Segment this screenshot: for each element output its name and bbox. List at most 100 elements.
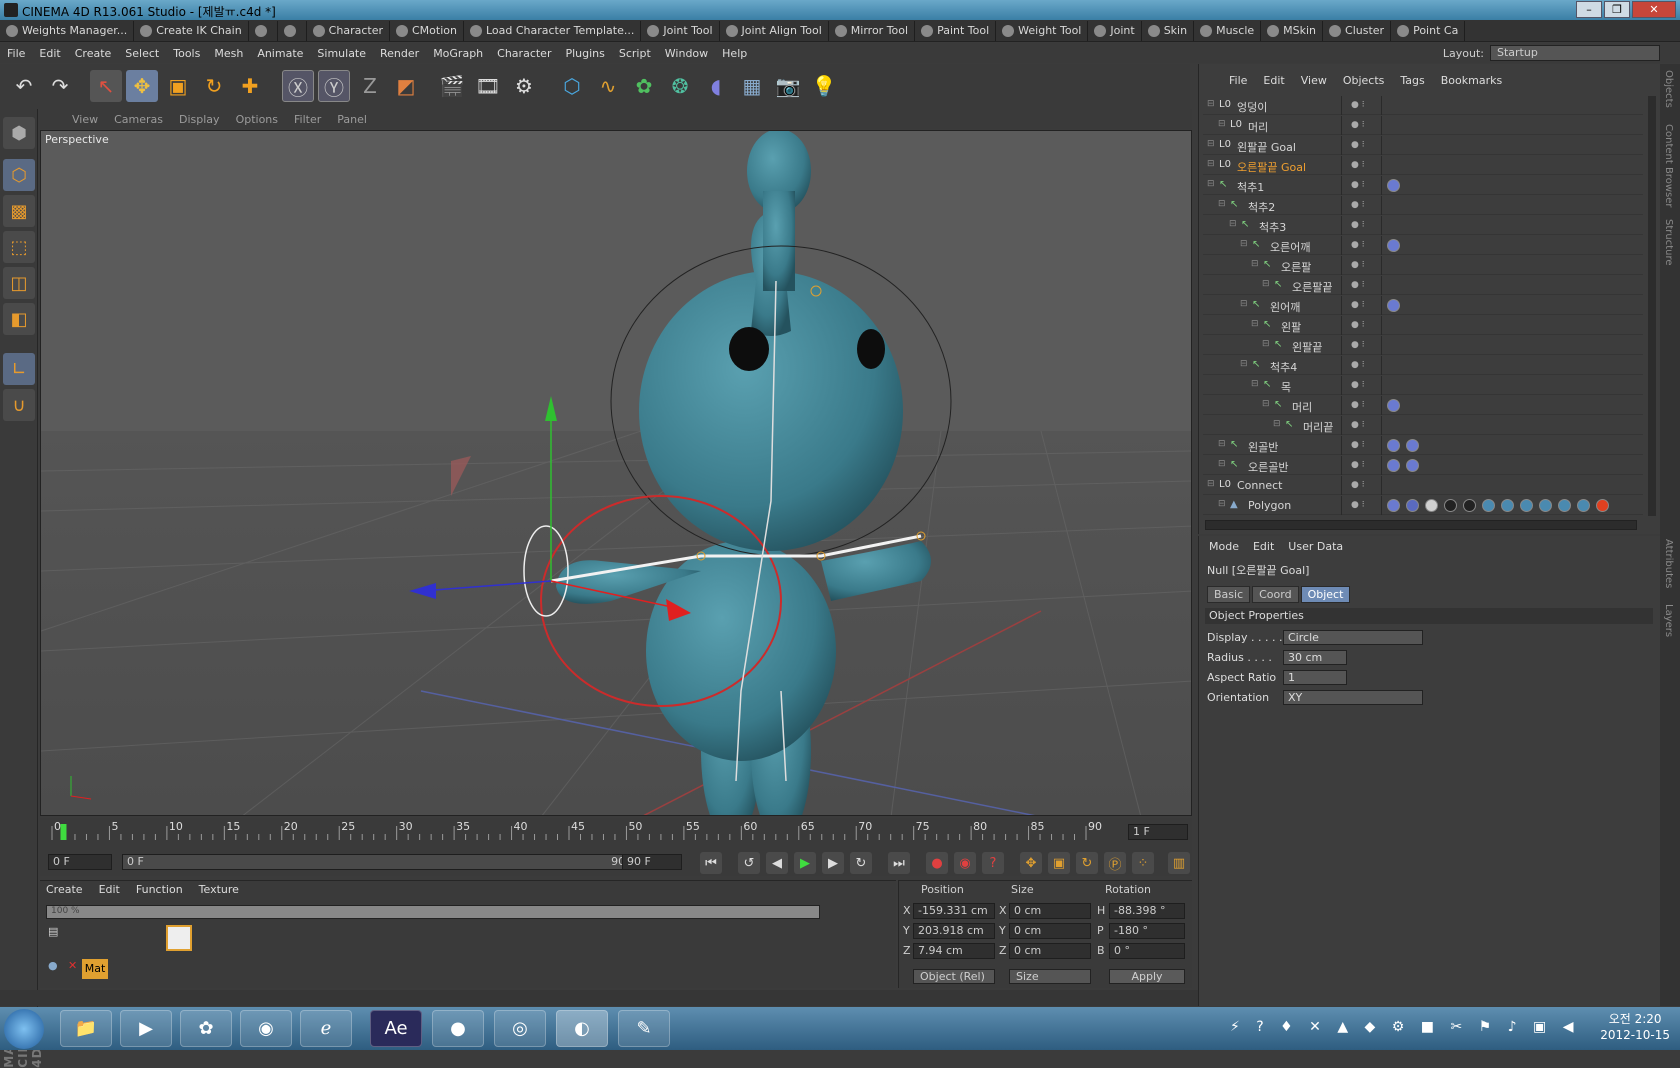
redo-icon[interactable]: ↷ xyxy=(44,70,76,102)
object-tag-icon[interactable] xyxy=(1387,499,1400,512)
visibility-dots-icon[interactable]: ● ⁝ xyxy=(1351,460,1375,470)
object-menu-2[interactable]: View xyxy=(1301,74,1327,87)
spline-pen-icon[interactable]: ∿ xyxy=(592,70,624,102)
object-menu-1[interactable]: Edit xyxy=(1263,74,1284,87)
object-row[interactable]: ⊟ ↖ 왼팔 ● ⁝ xyxy=(1203,316,1643,335)
expand-toggle-icon[interactable]: ⊟ xyxy=(1240,299,1248,309)
object-row[interactable]: ⊟ ↖ 오른팔 ● ⁝ xyxy=(1203,256,1643,275)
visibility-dots-icon[interactable]: ● ⁝ xyxy=(1351,120,1375,130)
expand-toggle-icon[interactable]: ⊟ xyxy=(1218,199,1226,209)
position-field[interactable]: -159.331 cm xyxy=(913,903,995,919)
object-row[interactable]: ⊟ ↖ 오른팔끝 ● ⁝ xyxy=(1203,276,1643,295)
z-axis-lock-icon[interactable]: Z xyxy=(354,70,386,102)
expand-toggle-icon[interactable]: ⊟ xyxy=(1262,279,1270,289)
object-row[interactable]: ⊟ ↖ 오른골반 ● ⁝ xyxy=(1203,456,1643,475)
expand-toggle-icon[interactable]: ⊟ xyxy=(1262,399,1270,409)
viewport-menu-3[interactable]: Options xyxy=(228,113,286,126)
size-mode-dropdown[interactable]: Size xyxy=(1009,969,1091,984)
expand-toggle-icon[interactable]: ⊟ xyxy=(1218,119,1226,129)
object-tag-icon[interactable] xyxy=(1444,499,1457,512)
plugin-item-16[interactable]: Cluster xyxy=(1323,20,1392,41)
material-zoom-slider[interactable]: 100 % xyxy=(46,905,820,919)
key-parameter-icon[interactable]: Ⓟ xyxy=(1104,852,1126,874)
polygons-mode-icon[interactable]: ◧ xyxy=(3,303,35,335)
object-tag-icon[interactable] xyxy=(1558,499,1571,512)
camera-icon[interactable]: 📷 xyxy=(772,70,804,102)
menu-5[interactable]: Mesh xyxy=(207,47,250,60)
keyframe-selection-icon[interactable]: ? xyxy=(982,852,1004,874)
plugin-item-5[interactable]: CMotion xyxy=(390,20,464,41)
visibility-dots-icon[interactable]: ● ⁝ xyxy=(1351,480,1375,490)
object-row[interactable]: ⊟ L0 Connect ● ⁝ xyxy=(1203,476,1643,495)
attribute-tab-basic[interactable]: Basic xyxy=(1207,586,1251,603)
system-tray-icons[interactable]: ⚡ ? ♦ ✕ ▲ ◆ ⚙ ■ ✂ ⚑ ♪ ▣ ◀ xyxy=(1230,1019,1579,1035)
menu-6[interactable]: Animate xyxy=(250,47,310,60)
next-key-icon[interactable]: ↻ xyxy=(850,852,872,874)
object-row[interactable]: ⊟ ↖ 척추4 ● ⁝ xyxy=(1203,356,1643,375)
prev-key-icon[interactable]: ↺ xyxy=(738,852,760,874)
after-effects-taskbar-icon[interactable]: Ae xyxy=(370,1010,422,1047)
object-tag-icon[interactable] xyxy=(1463,499,1476,512)
key-rotation-icon[interactable]: ↻ xyxy=(1076,852,1098,874)
key-position-icon[interactable]: ✥ xyxy=(1020,852,1042,874)
property-number-field[interactable]: 1 xyxy=(1283,670,1347,685)
menu-12[interactable]: Script xyxy=(612,47,658,60)
attribute-tab-object[interactable]: Object xyxy=(1300,586,1351,603)
expand-toggle-icon[interactable]: ⊟ xyxy=(1207,139,1215,149)
object-tag-icon[interactable] xyxy=(1539,499,1552,512)
chrome-taskbar-icon[interactable]: ◉ xyxy=(240,1010,292,1047)
visibility-dots-icon[interactable]: ● ⁝ xyxy=(1351,340,1375,350)
object-tag-icon[interactable] xyxy=(1577,499,1590,512)
menu-11[interactable]: Plugins xyxy=(558,47,611,60)
deformer-icon[interactable]: ◖ xyxy=(700,70,732,102)
rotate-tool-icon[interactable]: ↻ xyxy=(198,70,230,102)
object-tag-icon[interactable] xyxy=(1387,439,1400,452)
expand-toggle-icon[interactable]: ⊟ xyxy=(1207,479,1215,489)
object-tag-icon[interactable] xyxy=(1596,499,1609,512)
edges-mode-icon[interactable]: ◫ xyxy=(3,267,35,299)
x-axis-lock-icon[interactable]: Ⓧ xyxy=(282,70,314,102)
object-vertical-scrollbar[interactable] xyxy=(1648,96,1656,516)
expand-toggle-icon[interactable]: ⊟ xyxy=(1251,379,1259,389)
live-selection-icon[interactable]: ↖ xyxy=(90,70,122,102)
floor-scene-icon[interactable]: ▦ xyxy=(736,70,768,102)
goto-end-icon[interactable]: ⏭ xyxy=(888,852,910,874)
ie-taskbar-icon[interactable]: ℯ xyxy=(300,1010,352,1047)
expand-toggle-icon[interactable]: ⊟ xyxy=(1207,179,1215,189)
visibility-dots-icon[interactable]: ● ⁝ xyxy=(1351,380,1375,390)
visibility-dots-icon[interactable]: ● ⁝ xyxy=(1351,400,1375,410)
viewport-menu-2[interactable]: Display xyxy=(171,113,228,126)
visibility-dots-icon[interactable]: ● ⁝ xyxy=(1351,100,1375,110)
viewport-menu-5[interactable]: Panel xyxy=(329,113,375,126)
attribute-menu-1[interactable]: Edit xyxy=(1253,540,1274,553)
frame-range-slider[interactable]: 0 F 90 F xyxy=(122,854,642,870)
cube-primitive-icon[interactable]: ⬡ xyxy=(556,70,588,102)
object-tag-icon[interactable] xyxy=(1387,239,1400,252)
content-browser-side-tab[interactable]: Content Browser xyxy=(1663,124,1674,207)
expand-toggle-icon[interactable]: ⊟ xyxy=(1207,159,1215,169)
current-frame-field[interactable]: 1 F xyxy=(1128,824,1188,840)
timeline-ruler[interactable]: 0 5 10 15 20 25 30 35 40 45 50 55 60 65 70 75 80 85 90 1 F xyxy=(40,818,1192,848)
plugin-item-3[interactable] xyxy=(278,20,307,41)
objects-side-tab[interactable]: Objects xyxy=(1663,70,1674,108)
object-row[interactable]: ⊟ ↖ 왼골반 ● ⁝ xyxy=(1203,436,1643,455)
menu-9[interactable]: MoGraph xyxy=(426,47,490,60)
menu-2[interactable]: Create xyxy=(68,47,119,60)
plugin-item-7[interactable]: Joint Tool xyxy=(641,20,720,41)
property-dropdown[interactable]: XY xyxy=(1283,690,1423,705)
remove-material-icon[interactable]: ✕ xyxy=(68,959,80,979)
object-row[interactable]: ⊟ ↖ 오른어깨 ● ⁝ xyxy=(1203,236,1643,255)
object-tag-icon[interactable] xyxy=(1387,459,1400,472)
object-tag-icon[interactable] xyxy=(1406,459,1419,472)
render-view-icon[interactable]: 🎬 xyxy=(436,70,468,102)
size-field[interactable]: 0 cm xyxy=(1009,923,1091,939)
object-row[interactable]: ⊟ L0 엉덩이 ● ⁝ xyxy=(1203,96,1643,115)
object-row[interactable]: ⊟ ↖ 왼팔끝 ● ⁝ xyxy=(1203,336,1643,355)
plugin-item-14[interactable]: Muscle xyxy=(1194,20,1262,41)
menu-7[interactable]: Simulate xyxy=(310,47,373,60)
visibility-dots-icon[interactable]: ● ⁝ xyxy=(1351,500,1375,510)
subdivision-surface-icon[interactable]: ✿ xyxy=(628,70,660,102)
object-tag-icon[interactable] xyxy=(1501,499,1514,512)
attribute-menu-2[interactable]: User Data xyxy=(1288,540,1343,553)
close-button[interactable]: ✕ xyxy=(1632,1,1676,18)
